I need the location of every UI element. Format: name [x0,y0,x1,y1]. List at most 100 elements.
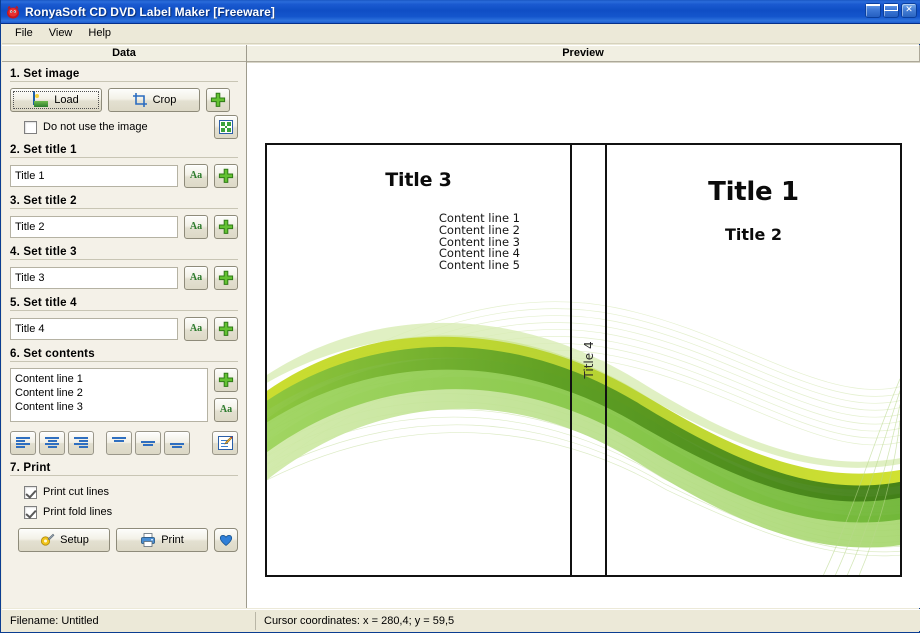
green-move-icon [218,219,234,235]
align-center-button[interactable] [39,431,65,455]
valign-bottom-button[interactable] [164,431,190,455]
setup-button-label: Setup [60,534,89,546]
font-aa-icon: Aa [189,323,203,334]
title2-font-button[interactable]: Aa [184,215,208,239]
menu-item-file[interactable]: File [7,25,41,42]
green-move-icon [218,372,234,388]
image-position-button[interactable] [206,88,230,112]
title2-position-button[interactable] [214,215,238,239]
favorite-button[interactable] [214,528,238,552]
font-aa-icon: Aa [189,221,203,232]
window-frame: RonyaSoft CD DVD Label Maker [Freeware] … [0,0,920,633]
align-middle-icon [141,437,155,449]
title4-position-button[interactable] [214,317,238,341]
print-cut-lines-checkbox[interactable] [24,485,37,499]
print-cut-lines-label: Print cut lines [43,486,110,498]
section-set-contents: 6. Set contents Content line 1 Content l… [10,348,238,455]
title3-position-button[interactable] [214,266,238,290]
title3-input[interactable] [10,267,178,289]
green-move-icon [218,321,234,337]
green-move-icon [218,168,234,184]
print-button[interactable]: Print [116,528,208,552]
title1-row: Aa [10,164,238,188]
crop-image-button[interactable]: Crop [108,88,200,112]
section-title-image: 1. Set image [10,68,80,80]
contents-textarea[interactable] [10,368,208,422]
font-aa-icon: Aa [219,404,233,415]
title-bar: RonyaSoft CD DVD Label Maker [Freeware] … [1,0,920,24]
data-panel-body: 1. Set image Load Crop Do not use the im… [2,62,246,608]
section-divider [10,310,238,311]
do-not-use-image-checkbox[interactable] [24,120,37,134]
title2-input[interactable] [10,216,178,238]
section-set-image: 1. Set image Load Crop Do not use the im… [10,68,238,139]
blue-heart-icon [218,532,234,548]
section-divider [10,208,238,209]
section-set-title-1: 2. Set title 1 Aa [10,144,238,188]
valign-top-button[interactable] [106,431,132,455]
title3-row: Aa [10,266,238,290]
background-artwork [267,145,900,575]
title3-font-button[interactable]: Aa [184,266,208,290]
crop-icon [132,92,148,108]
print-fold-lines-label: Print fold lines [43,506,113,518]
contents-font-button[interactable]: Aa [214,398,238,422]
section-divider [10,475,238,476]
image-icon [33,91,49,108]
data-panel-header: Data [2,45,246,62]
section-divider [10,81,238,82]
application-window: RonyaSoft CD DVD Label Maker [Freeware] … [0,0,920,633]
valign-middle-button[interactable] [135,431,161,455]
load-image-button[interactable]: Load [10,88,102,112]
print-setup-button[interactable]: Setup [18,528,110,552]
menu-item-view[interactable]: View [41,25,81,42]
do-not-use-image-label: Do not use the image [43,121,148,133]
load-button-label: Load [54,94,79,106]
align-right-button[interactable] [68,431,94,455]
main-split: Data 1. Set image Load Crop Do not use t… [2,45,920,608]
print-button-row: Setup Print [10,528,238,552]
section-title-title1: 2. Set title 1 [10,144,77,156]
menu-item-help[interactable]: Help [80,25,119,42]
title1-font-button[interactable]: Aa [184,164,208,188]
preview-canvas[interactable]: Title 3 Content line 1 Content line 2 Co… [247,63,920,608]
section-title-print: 7. Print [10,462,51,474]
align-bottom-icon [170,437,184,449]
maximize-button[interactable] [883,3,899,18]
print-cut-lines-row[interactable]: Print cut lines [10,482,238,502]
font-aa-icon: Aa [189,272,203,283]
app-logo-icon [5,4,21,20]
minimize-button[interactable] [865,3,881,18]
preview-panel-body[interactable]: Title 3 Content line 1 Content line 2 Co… [247,62,920,608]
gear-icon [39,532,55,548]
fold-line-left [570,145,572,575]
preview-panel-header: Preview [247,45,920,62]
align-left-icon [16,437,30,449]
title1-position-button[interactable] [214,164,238,188]
title4-input[interactable] [10,318,178,340]
green-move-icon [210,92,226,108]
title4-font-button[interactable]: Aa [184,317,208,341]
align-center-icon [45,437,59,449]
image-scale-button[interactable] [214,115,238,139]
section-divider [10,361,238,362]
preview-panel: Preview Title 3 Content line 1 Content l… [247,45,920,608]
grid-resize-icon [219,120,233,134]
status-bar: Filename: Untitled Cursor coordinates: x… [2,609,920,631]
close-button[interactable]: ✕ [901,3,917,18]
cd-cover-preview[interactable]: Title 3 Content line 1 Content line 2 Co… [265,143,902,577]
print-fold-lines-row[interactable]: Print fold lines [10,502,238,522]
edit-pencil-icon [217,436,233,450]
section-title-title4: 5. Set title 4 [10,297,77,309]
contents-position-button[interactable] [214,368,238,392]
vertical-align-group [106,431,190,455]
title1-input[interactable] [10,165,178,187]
print-fold-lines-checkbox[interactable] [24,505,37,519]
section-title-title2: 3. Set title 2 [10,195,77,207]
align-right-icon [74,437,88,449]
align-left-button[interactable] [10,431,36,455]
edit-text-button[interactable] [212,431,238,455]
do-not-use-image-row[interactable]: Do not use the image [10,115,238,139]
image-button-row: Load Crop [10,88,238,112]
green-move-icon [218,270,234,286]
